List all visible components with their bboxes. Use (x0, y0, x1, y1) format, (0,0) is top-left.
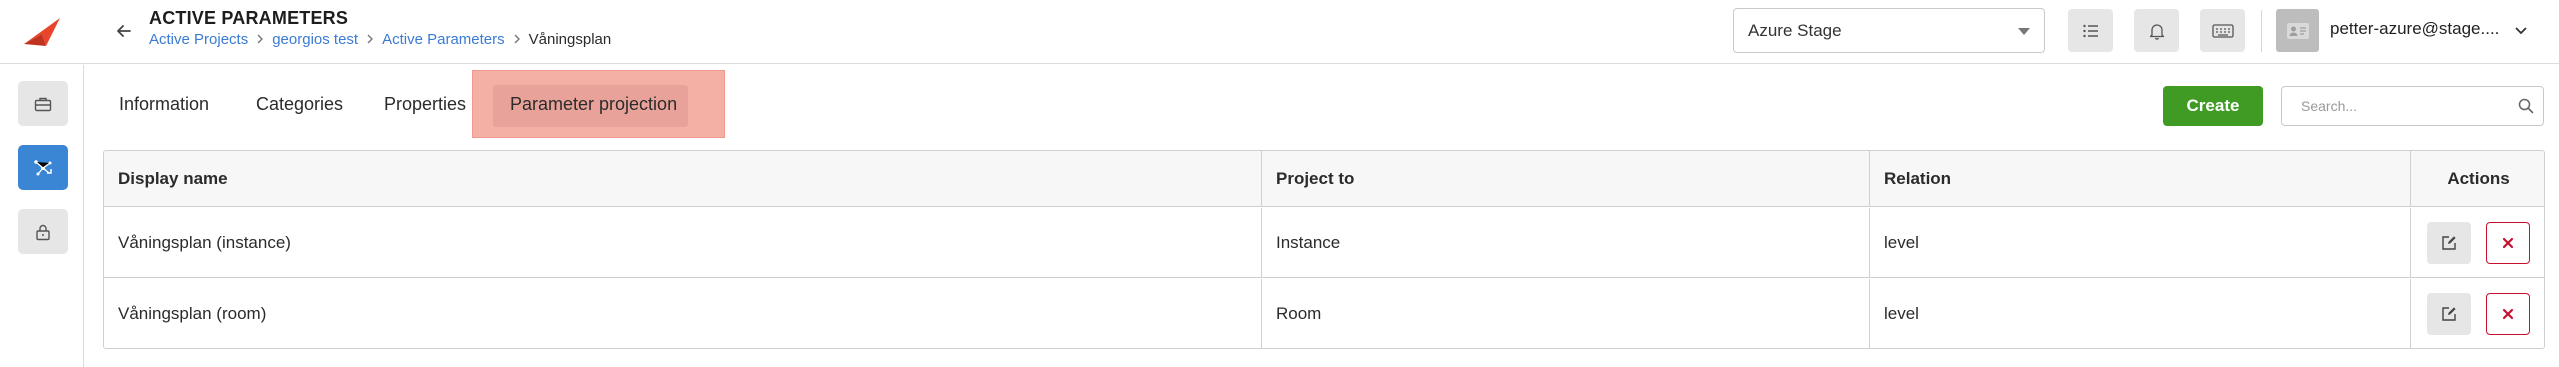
cell-project-to: Instance (1276, 232, 1341, 252)
cell-display-name: Våningsplan (instance) (118, 232, 291, 252)
sidebar-item-projects[interactable] (18, 81, 68, 126)
chevron-right-icon (358, 30, 382, 48)
close-icon (2502, 308, 2514, 320)
delete-button[interactable] (2486, 222, 2530, 264)
tab-properties[interactable]: Properties (384, 94, 466, 115)
notifications-button[interactable] (2134, 9, 2179, 52)
column-header-project-to: Project to (1276, 168, 1355, 188)
column-header-relation: Relation (1884, 168, 1952, 188)
parameter-projection-table: Display name Project to Relation Actions… (103, 150, 2545, 349)
sidebar (0, 65, 84, 367)
tab-information[interactable]: Information (119, 94, 209, 115)
edit-icon (2442, 236, 2456, 250)
chevron-down-icon (2515, 27, 2527, 35)
delete-button[interactable] (2486, 293, 2530, 335)
breadcrumb-active-parameters[interactable]: Active Parameters (382, 31, 505, 48)
column-divider (2410, 208, 2411, 277)
create-button[interactable]: Create (2163, 86, 2263, 126)
chevron-right-icon (248, 30, 272, 48)
keyboard-button[interactable] (2200, 9, 2245, 52)
page-title: ACTIVE PARAMETERS (149, 8, 349, 28)
logo-icon[interactable] (22, 14, 62, 48)
top-header: ACTIVE PARAMETERS Active Projects georgi… (0, 0, 2559, 64)
cell-project-to: Room (1276, 304, 1322, 323)
bell-icon (2149, 23, 2164, 40)
keyboard-icon (2211, 23, 2234, 38)
close-icon (2502, 237, 2514, 249)
user-menu-toggle[interactable] (2510, 20, 2532, 42)
breadcrumb: Active Projects georgios test Active Par… (149, 30, 611, 48)
avatar[interactable] (2276, 9, 2319, 52)
sidebar-item-security[interactable] (18, 209, 68, 254)
briefcase-icon (34, 97, 52, 111)
tab-parameter-projection[interactable]: Parameter projection (510, 94, 677, 115)
search-input[interactable] (2283, 88, 2503, 124)
back-button[interactable] (108, 15, 140, 47)
list-button[interactable] (2068, 9, 2113, 52)
network-icon (34, 159, 52, 175)
tab-categories[interactable]: Categories (256, 94, 343, 115)
column-divider (2410, 279, 2411, 348)
cell-relation: level (1884, 304, 1919, 323)
edit-button[interactable] (2427, 293, 2471, 335)
table-row: Våningsplan (instance) Instance level (104, 208, 2544, 278)
column-header-display-name: Display name (118, 168, 228, 188)
sidebar-item-parameters[interactable] (18, 145, 68, 190)
environment-select[interactable]: Azure Stage (1733, 8, 2045, 53)
id-card-icon (2286, 22, 2309, 39)
edit-button[interactable] (2427, 222, 2471, 264)
chevron-right-icon (505, 30, 529, 48)
edit-icon (2442, 307, 2456, 321)
list-icon (2082, 24, 2098, 37)
breadcrumb-project[interactable]: georgios test (272, 31, 358, 48)
user-name[interactable]: petter-azure@stage.... (2330, 19, 2530, 39)
breadcrumb-current: Våningsplan (528, 30, 612, 48)
environment-select-value: Azure Stage (1748, 20, 1842, 40)
table-row: Våningsplan (room) Room level (104, 279, 2544, 348)
search-box (2281, 86, 2544, 126)
arrow-left-icon (117, 25, 131, 37)
breadcrumb-active-projects[interactable]: Active Projects (149, 31, 248, 48)
cell-relation: level (1884, 232, 1919, 252)
caret-down-icon (2018, 28, 2030, 35)
column-header-actions: Actions (2447, 168, 2510, 188)
cell-display-name: Våningsplan (room) (118, 304, 267, 323)
table-header: Display name Project to Relation Actions (104, 151, 2544, 207)
header-divider (2261, 10, 2262, 52)
lock-icon (36, 224, 50, 240)
search-icon[interactable] (2517, 97, 2535, 115)
